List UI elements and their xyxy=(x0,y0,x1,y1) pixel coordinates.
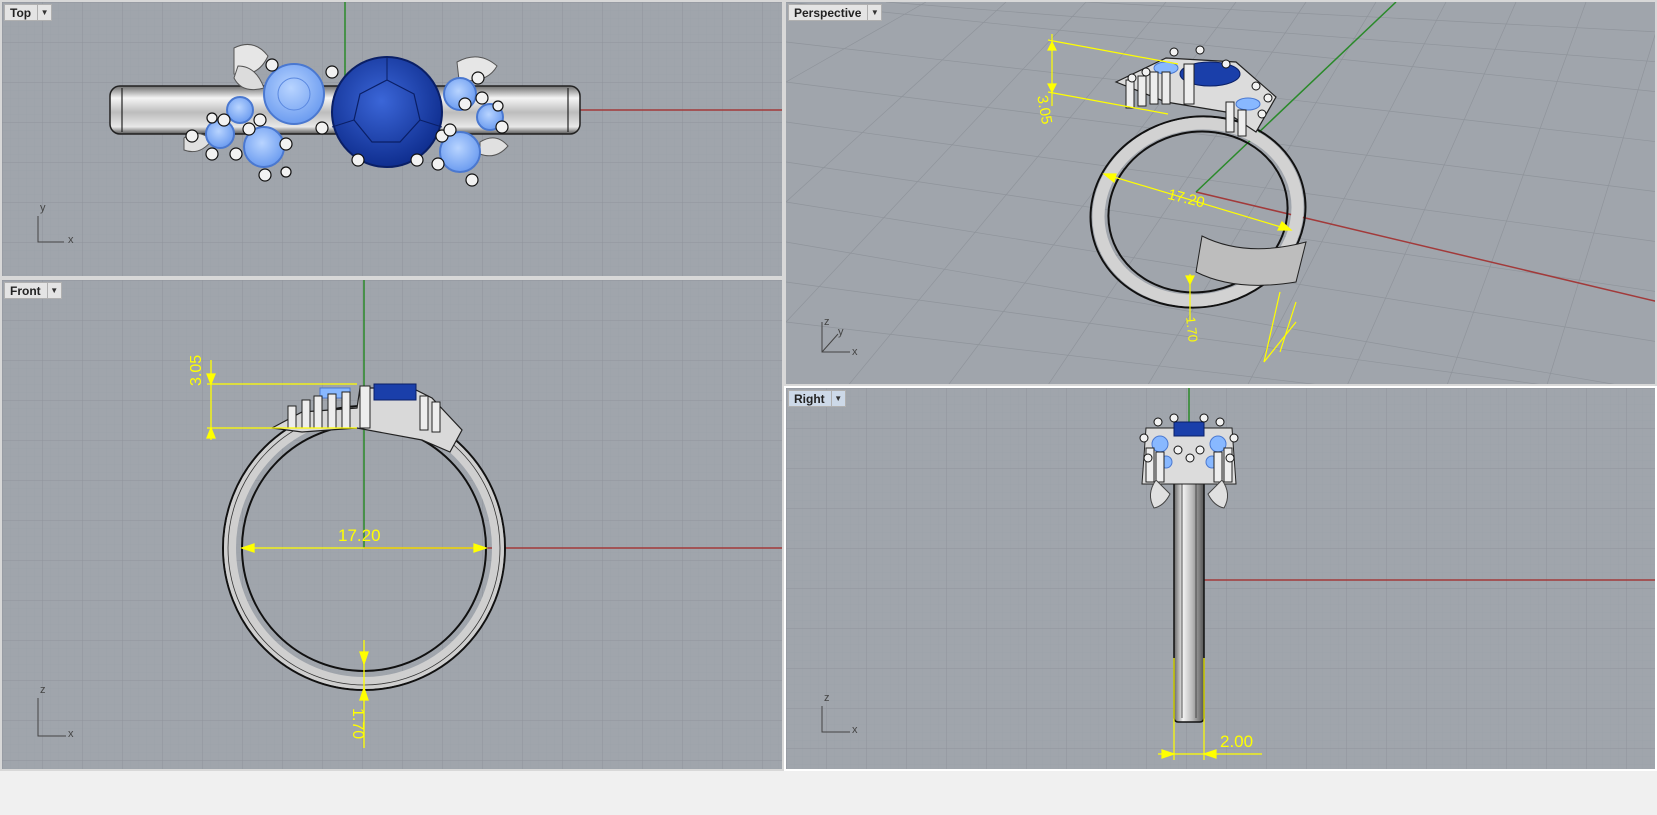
viewport-title-top[interactable]: Top ▼ xyxy=(4,4,53,21)
axis-label-y: y xyxy=(838,326,844,338)
axis-label-x: x xyxy=(68,234,74,246)
axis-label-z: z xyxy=(824,316,830,328)
viewport-name: Top xyxy=(10,5,32,20)
viewport-name: Front xyxy=(10,283,41,298)
axis-label-x: x xyxy=(68,728,74,740)
dim-diameter-front: 17.20 xyxy=(338,526,381,545)
axis-label-y: y xyxy=(40,202,46,214)
right-scene xyxy=(786,388,1655,769)
dropdown-arrow-icon[interactable]: ▼ xyxy=(830,391,845,406)
viewport-top[interactable]: y x Top ▼ xyxy=(0,0,784,278)
viewport-name: Right xyxy=(794,391,825,406)
dropdown-arrow-icon[interactable]: ▼ xyxy=(46,283,61,298)
viewport-name: Perspective xyxy=(794,5,862,20)
dim-thickness-perspective: 1.70 xyxy=(1183,316,1201,343)
viewport-title-perspective[interactable]: Perspective ▼ xyxy=(788,4,883,21)
dropdown-arrow-icon[interactable]: ▼ xyxy=(37,5,51,20)
viewport-perspective[interactable]: 3.05 17.20 1.70 z y x Perspective ▼ xyxy=(784,0,1657,386)
viewport-right[interactable]: 2.00 z x Right ▼ xyxy=(784,386,1657,771)
dropdown-arrow-icon[interactable]: ▼ xyxy=(867,5,881,20)
viewport-title-front[interactable]: Front ▼ xyxy=(4,282,62,299)
axis-label-x: x xyxy=(852,346,858,358)
viewport-front[interactable]: 3.05 17.20 1.70 z x Front ▼ xyxy=(0,278,784,771)
axis-label-x: x xyxy=(852,724,858,736)
axis-label-z: z xyxy=(824,692,830,704)
perspective-scene xyxy=(786,2,1655,384)
dim-width-right: 2.00 xyxy=(1220,732,1254,751)
front-scene xyxy=(2,280,782,769)
dim-height-front: 3.05 xyxy=(188,354,205,386)
axis-label-z: z xyxy=(40,684,46,696)
top-scene xyxy=(2,2,782,276)
dim-thickness-front: 1.70 xyxy=(349,708,366,740)
viewport-title-right[interactable]: Right ▼ xyxy=(788,390,846,407)
